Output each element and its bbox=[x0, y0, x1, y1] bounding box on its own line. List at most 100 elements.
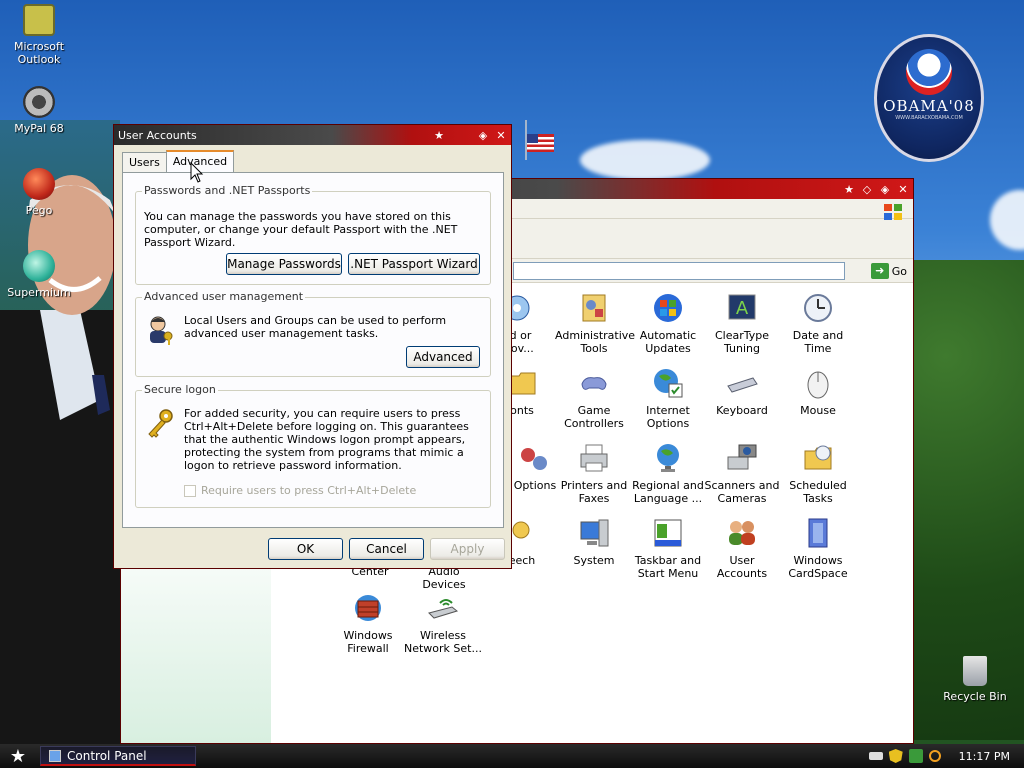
search-icon[interactable] bbox=[928, 750, 941, 762]
cp-item-user-accounts[interactable]: User Accounts bbox=[703, 516, 781, 580]
minimize-button[interactable]: ◇ bbox=[859, 181, 875, 197]
cp-item-windows-firewall[interactable]: Windows Firewall bbox=[329, 591, 407, 655]
tab-strip: Users Advanced bbox=[122, 150, 235, 172]
cp-item-regional-and-language[interactable]: Regional and Language ... bbox=[629, 441, 707, 505]
supermium-icon bbox=[23, 250, 55, 282]
cardspace-icon bbox=[801, 516, 835, 550]
cp-item-label: eech bbox=[508, 554, 536, 567]
wireless-icon bbox=[426, 591, 460, 625]
maximize-button[interactable]: ◈ bbox=[877, 181, 893, 197]
globe-icon bbox=[651, 366, 685, 400]
ctrl-alt-delete-checkbox[interactable]: Require users to press Ctrl+Alt+Delete bbox=[184, 484, 416, 497]
globe-stand-icon bbox=[651, 441, 685, 475]
flag bbox=[525, 120, 554, 160]
desktop-icon-supermium[interactable]: Supermium bbox=[0, 250, 78, 299]
apply-button[interactable]: Apply bbox=[430, 538, 505, 560]
clock-icon bbox=[801, 291, 835, 325]
cp-item-scheduled-tasks[interactable]: Scheduled Tasks bbox=[779, 441, 857, 505]
go-arrow-icon: ➜ bbox=[870, 263, 889, 279]
administrative-tools-icon bbox=[577, 291, 611, 325]
secure-logon-group: Secure logon For added security, you can… bbox=[135, 383, 491, 508]
desktop-icon-label: Microsoft Outlook bbox=[13, 40, 65, 66]
net-passport-wizard-button[interactable]: .NET Passport Wizard bbox=[348, 253, 480, 275]
passwords-description: You can manage the passwords you have st… bbox=[144, 210, 458, 249]
cp-item-label: Scheduled Tasks bbox=[789, 479, 847, 505]
cp-item-system[interactable]: System bbox=[555, 516, 633, 567]
cp-item-label: Windows CardSpace bbox=[788, 554, 848, 580]
cp-item-label: Options bbox=[513, 479, 557, 492]
taskbar-item-control-panel[interactable]: Control Panel bbox=[40, 746, 196, 766]
outlook-icon bbox=[23, 4, 55, 36]
cp-item-windows-cardspace[interactable]: Windows CardSpace bbox=[779, 516, 857, 580]
cp-item-label: Taskbar and Start Menu bbox=[634, 554, 702, 580]
desktop-icon-recycle-bin[interactable]: Recycle Bin bbox=[936, 656, 1014, 703]
scheduled-tasks-icon bbox=[801, 441, 835, 475]
desktop-icon-pego[interactable]: Pego bbox=[0, 168, 78, 217]
advanced-button[interactable]: Advanced bbox=[406, 346, 480, 368]
tab-users[interactable]: Users bbox=[122, 152, 167, 172]
address-input[interactable] bbox=[513, 262, 845, 280]
go-label: Go bbox=[891, 264, 907, 278]
cp-item-automatic-updates[interactable]: Automatic Updates bbox=[629, 291, 707, 355]
mypal-raccoon-icon bbox=[23, 86, 55, 118]
taskbar-icon bbox=[651, 516, 685, 550]
seal-text: OBAMA'08 bbox=[883, 97, 975, 115]
help-button[interactable]: ◈ bbox=[475, 127, 491, 143]
cp-item-label: Internet Options bbox=[646, 404, 690, 430]
scanner-camera-icon bbox=[725, 441, 759, 475]
cp-item-taskbar-and-start-menu[interactable]: Taskbar and Start Menu bbox=[629, 516, 707, 580]
cp-item-label: Wireless Network Set... bbox=[404, 629, 482, 655]
cp-item-label: Regional and Language ... bbox=[632, 479, 704, 505]
passwords-group: Passwords and .NET Passports You can man… bbox=[135, 184, 491, 285]
recycle-bin-icon bbox=[963, 656, 987, 686]
cp-item-internet-options[interactable]: Internet Options bbox=[629, 366, 707, 430]
users-keys-icon bbox=[150, 316, 173, 345]
cp-item-mouse[interactable]: Mouse bbox=[779, 366, 857, 417]
close-button[interactable]: ✕ bbox=[895, 181, 911, 197]
dialog-titlebar[interactable]: User Accounts ★ ◈ ✕ bbox=[114, 125, 511, 145]
firewall-icon bbox=[351, 591, 385, 625]
cp-item-label: Printers and Faxes bbox=[560, 479, 628, 505]
cp-item-label: System bbox=[573, 554, 615, 567]
desktop-icon-label: Recycle Bin bbox=[943, 690, 1007, 703]
manage-passwords-button[interactable]: Manage Passwords bbox=[226, 253, 342, 275]
mouse-icon bbox=[801, 366, 835, 400]
cp-item-label: Administrative Tools bbox=[555, 329, 636, 355]
star-icon: ★ bbox=[844, 182, 854, 196]
system-tray: 11:17 PM bbox=[854, 744, 1024, 768]
close-button[interactable]: ✕ bbox=[493, 127, 509, 143]
cp-item-administrative-tools[interactable]: Administrative Tools bbox=[555, 291, 636, 355]
cp-item-cleartype-tuning[interactable]: A ClearType Tuning bbox=[703, 291, 781, 355]
control-panel-icon bbox=[49, 749, 61, 762]
keyboard-icon bbox=[725, 366, 759, 400]
user-accounts-icon bbox=[725, 516, 759, 550]
checkbox-label: Require users to press Ctrl+Alt+Delete bbox=[201, 484, 417, 497]
secure-logon-description: For added security, you can require user… bbox=[184, 407, 469, 472]
cp-item-game-controllers[interactable]: Game Controllers bbox=[555, 366, 633, 430]
cancel-button[interactable]: Cancel bbox=[349, 538, 424, 560]
ok-button[interactable]: OK bbox=[268, 538, 343, 560]
desktop-icon-mypal[interactable]: MyPal 68 bbox=[0, 86, 78, 135]
cp-item-keyboard[interactable]: Keyboard bbox=[703, 366, 781, 417]
cp-item-printers-and-faxes[interactable]: Printers and Faxes bbox=[555, 441, 633, 505]
cloud bbox=[580, 140, 710, 180]
group-legend: Advanced user management bbox=[142, 290, 306, 303]
campaign-seal: OBAMA'08 WWW.BARACKOBAMA.COM bbox=[874, 34, 984, 162]
go-button[interactable]: ➜ Go bbox=[870, 262, 907, 280]
user-accounts-dialog[interactable]: User Accounts ★ ◈ ✕ Users Advanced Passw… bbox=[113, 124, 512, 569]
advanced-user-management-group: Advanced user management Local Users and… bbox=[135, 290, 491, 377]
cp-item-scanners-and-cameras[interactable]: Scanners and Cameras bbox=[703, 441, 781, 505]
clock[interactable]: 11:17 PM bbox=[959, 750, 1010, 763]
start-button[interactable]: ★ bbox=[0, 744, 36, 768]
cloud bbox=[990, 190, 1024, 250]
cp-item-date-and-time[interactable]: Date and Time bbox=[779, 291, 857, 355]
keyboard-tray-icon[interactable] bbox=[868, 752, 883, 760]
group-legend: Passwords and .NET Passports bbox=[142, 184, 313, 197]
pego-icon bbox=[23, 168, 55, 200]
options-icon bbox=[518, 441, 552, 475]
desktop-icon-outlook[interactable]: Microsoft Outlook bbox=[0, 4, 78, 66]
mouse-cursor-icon bbox=[190, 162, 204, 183]
cp-item-wireless-network-setup[interactable]: Wireless Network Set... bbox=[404, 591, 482, 655]
network-icon[interactable] bbox=[908, 749, 923, 763]
shield-icon[interactable] bbox=[888, 749, 903, 763]
